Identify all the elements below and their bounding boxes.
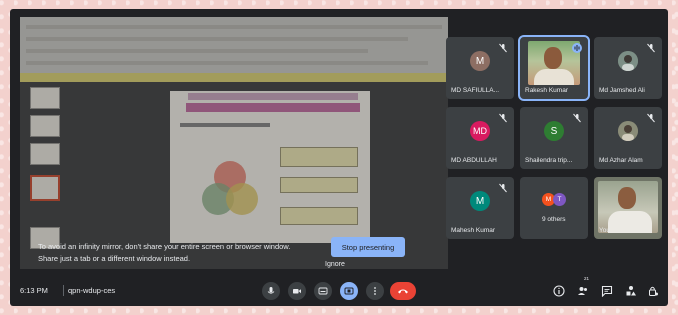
captions-button[interactable]	[314, 282, 332, 300]
participant-tile[interactable]: Md Jamshed Ali	[594, 37, 662, 99]
lock-person-icon	[649, 286, 658, 296]
self-video	[598, 181, 658, 233]
notice-line: Share just a tab or a different window i…	[38, 254, 191, 263]
participant-tile[interactable]: M MD SAFIULLA...	[446, 37, 514, 99]
mic-off-icon	[499, 43, 507, 53]
participant-name: You	[599, 227, 610, 234]
avatar	[618, 51, 638, 71]
others-tile[interactable]: M T 9 others	[520, 177, 588, 239]
stop-presenting-button[interactable]: Stop presenting	[331, 237, 405, 257]
meeting-details-button[interactable]	[552, 284, 566, 298]
profile-photo-icon	[618, 51, 638, 71]
mic-icon	[267, 287, 275, 294]
bottom-toolbar: 6:13 PM qpn-wdup-ces 21	[10, 276, 668, 306]
activities-button[interactable]	[624, 284, 638, 298]
participant-name: Md Jamshed Ali	[599, 87, 645, 94]
camera-button[interactable]	[288, 282, 306, 300]
infinity-mirror-notice: To avoid an infinity mirror, don't share…	[38, 241, 290, 265]
mic-off-icon	[499, 113, 507, 123]
avatar: T	[553, 193, 566, 206]
present-button[interactable]	[340, 282, 358, 300]
leave-call-button[interactable]	[390, 282, 416, 300]
avatar: S	[544, 121, 564, 141]
profile-photo-icon	[618, 121, 638, 141]
more-vert-icon	[374, 287, 376, 295]
people-button[interactable]	[576, 284, 590, 298]
participant-tile-speaking[interactable]: Rakesh Kumar	[518, 35, 590, 101]
participant-name: Rakesh Kumar	[525, 87, 568, 94]
meeting-time: 6:13 PM	[20, 286, 48, 295]
participant-tile[interactable]: MD MD ABDULLAH	[446, 107, 514, 169]
avatar: M	[470, 191, 490, 211]
mic-off-icon	[573, 113, 581, 123]
divider	[63, 285, 64, 296]
mic-off-icon	[647, 113, 655, 123]
camera-icon	[293, 289, 301, 294]
participant-tile[interactable]: M Mahesh Kumar	[446, 177, 514, 239]
present-screen-icon	[344, 287, 354, 295]
participant-tile[interactable]: S Shailendra trip...	[520, 107, 588, 169]
others-count-label: 9 others	[542, 216, 566, 223]
avatar: MD	[470, 121, 490, 141]
end-call-icon	[398, 289, 408, 294]
meeting-code: qpn-wdup-ces	[68, 286, 116, 295]
participant-name: Md Azhar Alam	[599, 157, 643, 164]
notice-line: To avoid an infinity mirror, don't share…	[38, 242, 291, 251]
avatar	[618, 121, 638, 141]
mic-off-icon	[499, 183, 507, 193]
people-icon	[578, 287, 587, 295]
self-tile[interactable]: You	[594, 177, 662, 239]
mic-off-icon	[647, 43, 655, 53]
meet-window: To avoid an infinity mirror, don't share…	[10, 9, 668, 306]
participant-name: Mahesh Kumar	[451, 227, 496, 234]
mic-button[interactable]	[262, 282, 280, 300]
host-controls-button[interactable]	[646, 284, 660, 298]
captions-icon	[318, 287, 328, 295]
presentation-stage: To avoid an infinity mirror, don't share…	[20, 17, 448, 269]
participant-name: MD ABDULLAH	[451, 157, 497, 164]
participant-name: MD SAFIULLA...	[451, 87, 500, 94]
participant-tile[interactable]: Md Azhar Alam	[594, 107, 662, 169]
more-options-button[interactable]	[366, 282, 384, 300]
chat-button[interactable]	[600, 284, 614, 298]
people-count-badge: 21	[584, 276, 590, 281]
info-icon	[553, 285, 565, 297]
chat-icon	[601, 285, 613, 297]
audio-wave-icon	[572, 43, 582, 53]
activities-shapes-icon	[626, 286, 636, 296]
ignore-button[interactable]: Ignore	[325, 261, 345, 268]
participant-name: Shailendra trip...	[525, 157, 573, 164]
avatar: M	[470, 51, 490, 71]
